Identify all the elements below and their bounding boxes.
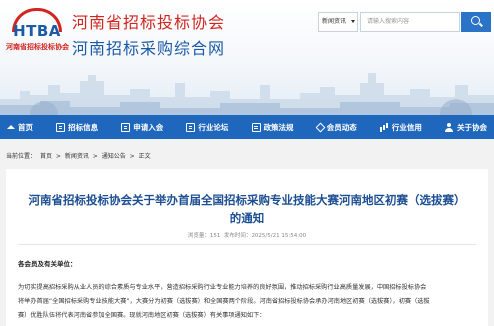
breadcrumb-item-current: 正文 (138, 153, 151, 160)
paragraph-line: 为切实提高招标采购从业人员的综合素质与专业水平，营造招标采购行业专业能力培养的良… (18, 284, 427, 291)
nav-item-home[interactable]: 首页 (4, 115, 36, 139)
article-paragraph: 为切实提高招标采购从业人员的综合素质与专业水平，营造招标采购行业专业能力培养的良… (18, 281, 480, 323)
nav-item-credit[interactable]: 行业信用 (377, 115, 425, 139)
breadcrumb-item-notices[interactable]: 通知公告 (102, 153, 126, 160)
publish-time: 2025/5/21 15:54:00 (251, 233, 307, 239)
search-category-value: 新闻资讯 (322, 18, 347, 25)
article-meta: 浏览量：151 发布时间：2025/5/21 15:54:00 (6, 231, 488, 239)
document-icon (186, 122, 196, 132)
bar-chart-icon (379, 123, 389, 132)
article-panel: 河南省招标投标协会关于举办首届全国招标采购专业技能大赛河南地区初赛（选拔赛） 的… (6, 169, 488, 326)
article-title-line2: 的通知 (229, 211, 265, 225)
breadcrumb-separator: > (55, 153, 61, 160)
chevron-down-icon (351, 20, 355, 23)
city-skyline-banner (0, 73, 494, 115)
breadcrumb-item-home[interactable]: 首页 (40, 153, 52, 160)
views-label: 浏览量： (187, 233, 210, 239)
home-icon (7, 125, 15, 129)
nav-item-apply-membership[interactable]: 申请入会 (118, 115, 166, 139)
nav-item-tender-info[interactable]: 招标信息 (53, 115, 101, 139)
divider (18, 244, 476, 245)
nav-item-label: 申请入会 (133, 122, 164, 132)
nav-item-member-news[interactable]: 会员动态 (314, 115, 360, 139)
breadcrumb: 当前位置： 首页 > 新闻资讯 > 通知公告 > 正文 (6, 151, 153, 160)
document-icon (251, 122, 261, 132)
nav-item-label: 政策法规 (263, 122, 294, 132)
search-button[interactable] (461, 12, 491, 32)
views-count: 151 (209, 233, 221, 239)
search-input[interactable]: 请输入搜索内容 (360, 12, 460, 32)
nav-item-policies[interactable]: 政策法规 (249, 115, 297, 139)
logo-subtitle: 河南省招标投标协会 (6, 43, 69, 51)
search-bar: 新闻资讯 请输入搜索内容 (318, 12, 492, 34)
site-title-line2: 河南招标采购综合网 (72, 39, 226, 58)
nav-item-label: 首页 (18, 122, 33, 132)
breadcrumb-separator: > (92, 153, 98, 160)
publish-time-label: 发布时间： (223, 233, 252, 239)
paragraph-line: 将举办首届“全国招标采购专业技能大赛”，大赛分为初赛（选拔赛）和全国赛两个阶段。… (18, 298, 430, 305)
nav-item-label: 招标信息 (68, 122, 99, 132)
nav-item-label: 行业论坛 (198, 122, 229, 132)
document-icon (121, 122, 131, 132)
diamond-icon (315, 122, 326, 132)
search-category-select[interactable]: 新闻资讯 (318, 12, 358, 32)
nav-item-label: 关于协会 (456, 122, 487, 132)
document-icon (56, 122, 66, 132)
nav-item-label: 会员动态 (326, 122, 357, 132)
article-title: 河南省招标投标协会关于举办首届全国招标采购专业技能大赛河南地区初赛（选拔赛） 的… (16, 191, 478, 227)
logo-mark: HTBA (13, 22, 61, 40)
person-icon (445, 122, 454, 132)
nav-item-about[interactable]: 关于协会 (442, 115, 490, 139)
main-nav: 首页 招标信息 申请入会 行业论坛 政策法规 会员动态 行业信用 关于协会 (0, 115, 494, 139)
nav-item-label: 行业信用 (391, 122, 422, 132)
paragraph-line: 赛）优胜队伍将代表河南省参加全国赛。现就河南地区初赛（选拔赛）有关事项通知如下： (18, 312, 266, 319)
nav-item-forum[interactable]: 行业论坛 (183, 115, 231, 139)
site-header: HTBA 河南省招标投标协会 河南省招标投标协会 河南招标采购综合网 新闻资讯 … (0, 0, 494, 115)
breadcrumb-item-news[interactable]: 新闻资讯 (65, 153, 89, 160)
article-title-line1: 河南省招标投标协会关于举办首届全国招标采购专业技能大赛河南地区初赛（选拔赛） (28, 193, 466, 207)
breadcrumb-prefix: 当前位置： (6, 153, 37, 160)
site-title-line1: 河南省招标投标协会 (72, 13, 226, 32)
article-greeting: 各会员及有关单位： (18, 260, 77, 268)
site-logo[interactable]: HTBA 河南省招标投标协会 (6, 8, 69, 58)
breadcrumb-separator: > (129, 153, 135, 160)
